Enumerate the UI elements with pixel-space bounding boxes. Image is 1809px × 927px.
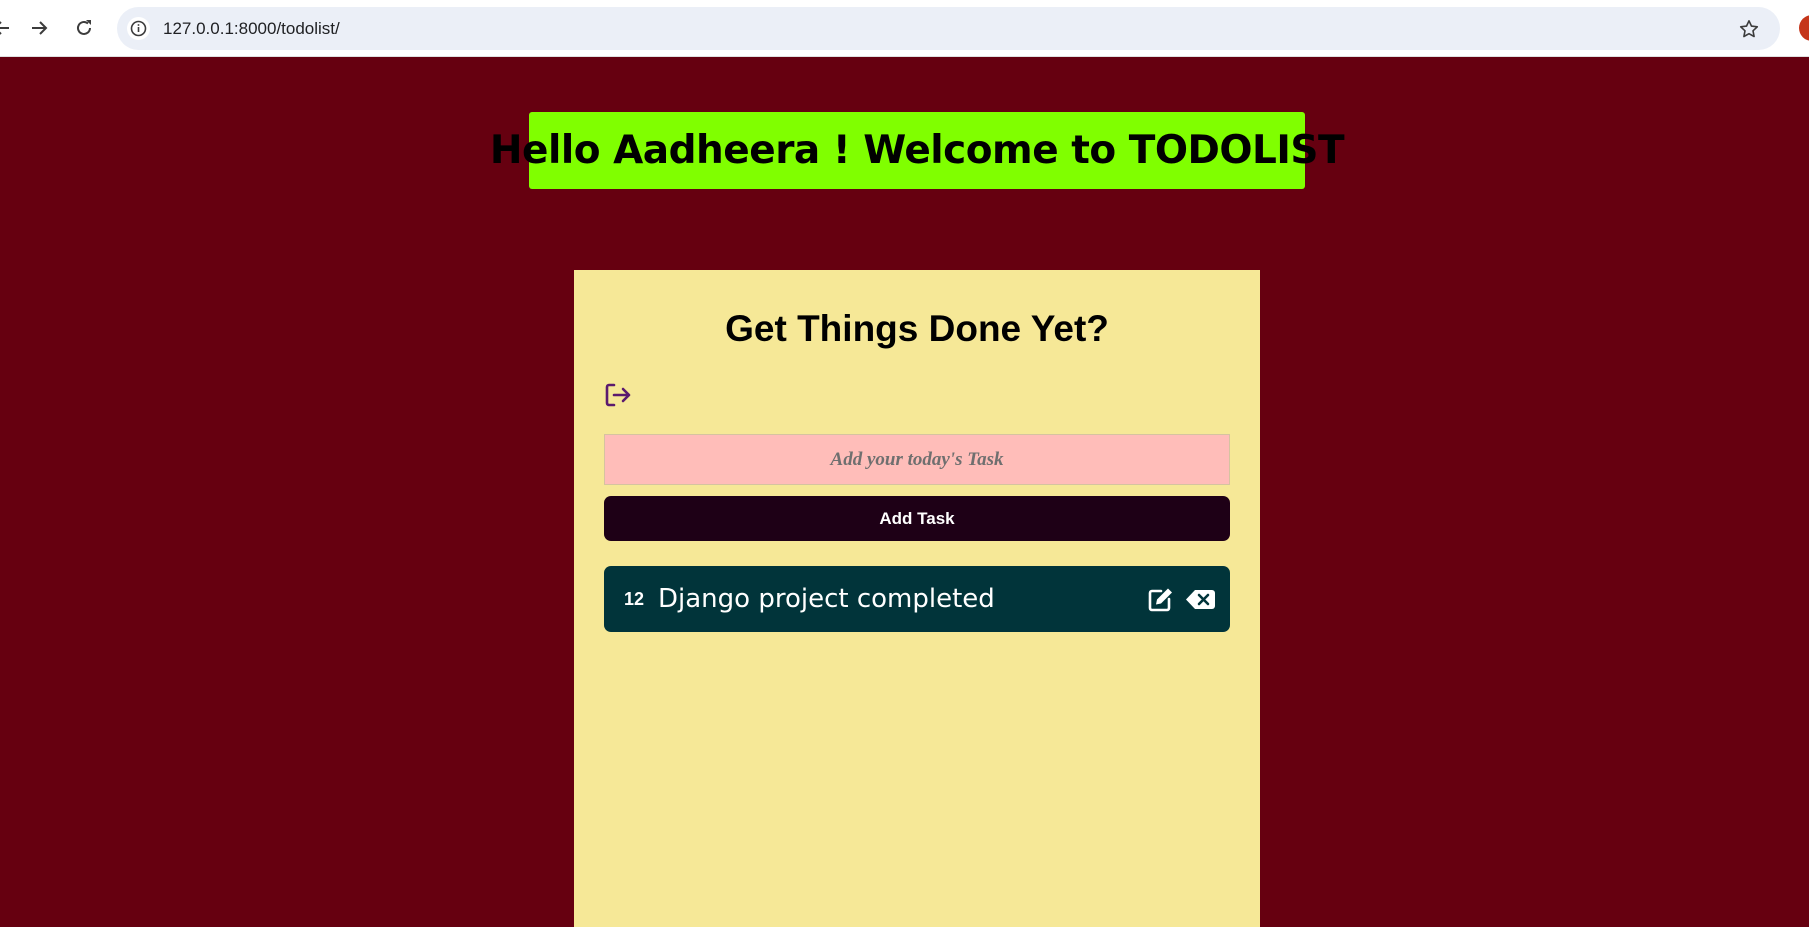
add-task-button[interactable]: Add Task <box>604 496 1230 541</box>
task-item: 12 Django project completed <box>604 566 1230 632</box>
edit-icon <box>1148 588 1172 612</box>
task-text: Django project completed <box>658 584 995 614</box>
arrow-left-icon <box>0 21 9 35</box>
task-id: 12 <box>624 589 645 609</box>
url-text[interactable]: 127.0.0.1:8000/todolist/ <box>163 7 340 50</box>
info-icon <box>130 20 147 37</box>
reload-icon <box>77 20 91 35</box>
sign-out-icon <box>605 383 631 407</box>
logout-button[interactable] <box>604 382 632 408</box>
back-button[interactable] <box>0 12 18 44</box>
forward-button[interactable] <box>23 12 55 44</box>
welcome-banner: Hello Aadheera ! Welcome to TODOLIST <box>490 112 1345 189</box>
arrow-right-icon <box>32 21 48 35</box>
task-input[interactable] <box>604 434 1230 485</box>
backspace-delete-icon <box>1186 590 1215 609</box>
edit-task-button[interactable] <box>1148 587 1174 612</box>
card-title: Get Things Done Yet? <box>725 308 1109 349</box>
profile-avatar[interactable] <box>1799 15 1809 41</box>
address-bar[interactable]: 127.0.0.1:8000/todolist/ <box>117 7 1780 50</box>
site-info-button[interactable] <box>127 17 150 40</box>
reload-button[interactable] <box>68 12 100 44</box>
delete-task-button[interactable] <box>1186 590 1215 609</box>
todo-card: Get Things Done Yet? Add Task 12 Django … <box>574 270 1260 927</box>
browser-toolbar: 127.0.0.1:8000/todolist/ <box>0 0 1809 57</box>
bookmark-button[interactable] <box>1736 16 1762 42</box>
star-icon <box>1739 20 1759 38</box>
